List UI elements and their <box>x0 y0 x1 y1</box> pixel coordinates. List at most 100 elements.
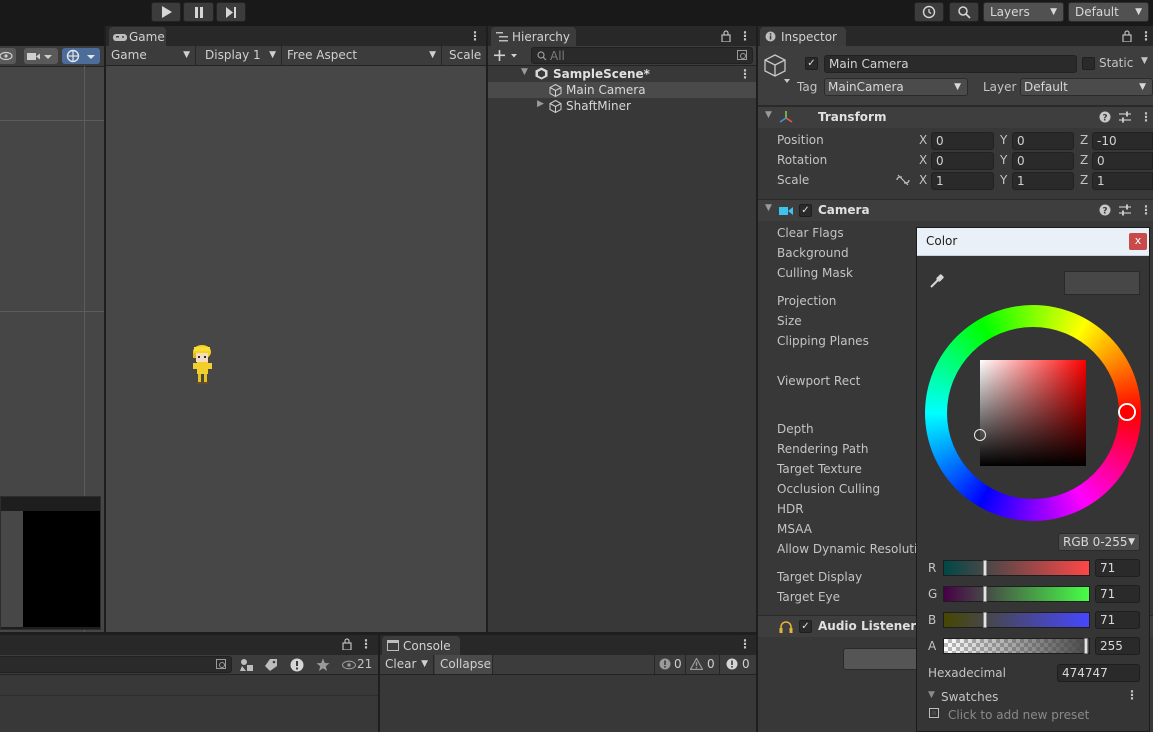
b-slider[interactable] <box>943 612 1090 628</box>
clear-dropdown[interactable]: Clear ▼ <box>380 655 434 674</box>
play-icon <box>161 6 172 18</box>
color-mode-dropdown[interactable]: RGB 0-255 ▼ <box>1058 533 1140 551</box>
projection-label: Projection <box>777 294 837 308</box>
hierarchy-item[interactable]: ▶ ShaftMiner <box>488 98 756 114</box>
search-filter-icon[interactable] <box>737 50 749 62</box>
static-checkbox[interactable] <box>1082 57 1095 70</box>
add-component-button[interactable] <box>843 648 923 670</box>
lock-icon[interactable] <box>721 30 731 42</box>
swatch-preset-icon[interactable] <box>929 708 939 718</box>
camera-enabled-checkbox[interactable]: ✓ <box>799 204 812 217</box>
position-z-field[interactable]: -10 <box>1092 132 1153 150</box>
hex-field[interactable]: 474747 <box>1057 664 1140 682</box>
aspect-dropdown[interactable]: Free Aspect ▼ <box>282 46 442 65</box>
constrain-proportions-icon[interactable] <box>896 174 910 186</box>
hierarchy-menu-icon[interactable]: ⋮ <box>739 29 751 43</box>
lock-icon[interactable] <box>342 638 352 650</box>
collapse-toggle[interactable]: Collapse <box>435 655 493 674</box>
project-search-input[interactable] <box>0 656 232 673</box>
eyedropper-icon[interactable] <box>929 273 945 289</box>
game-menu-icon[interactable]: ⋮ <box>469 29 481 43</box>
help-icon[interactable]: ? <box>1099 204 1111 216</box>
g-slider[interactable] <box>943 586 1090 602</box>
warning-filter-icon[interactable] <box>290 658 304 672</box>
close-button[interactable]: x <box>1129 233 1147 250</box>
scale-y-field[interactable]: 1 <box>1012 172 1074 190</box>
play-button[interactable] <box>151 2 181 22</box>
b-slider-thumb[interactable] <box>983 612 987 628</box>
layers-dropdown[interactable]: Layers ▼ <box>983 2 1064 22</box>
favorite-star-icon[interactable] <box>316 658 330 672</box>
rotation-z-field[interactable]: 0 <box>1092 152 1153 170</box>
scene-visibility-toggle[interactable] <box>0 48 16 64</box>
swatches-menu-icon[interactable]: ⋮ <box>1126 688 1138 702</box>
display-dropdown[interactable]: Display 1 ▼ <box>200 46 282 65</box>
rotation-x-field[interactable]: 0 <box>931 152 994 170</box>
project-menu-icon[interactable]: ⋮ <box>360 637 372 651</box>
scene-view[interactable] <box>0 46 104 632</box>
hierarchy-item[interactable]: Main Camera <box>488 82 756 98</box>
object-name-field[interactable]: Main Camera <box>824 55 1077 73</box>
foldout-arrow-icon[interactable]: ▼ <box>765 203 772 213</box>
position-x-field[interactable]: 0 <box>931 132 994 150</box>
a-slider[interactable] <box>943 638 1090 654</box>
inspector-menu-icon[interactable]: ⋮ <box>1140 29 1152 43</box>
pause-button[interactable] <box>183 2 214 22</box>
sv-handle[interactable] <box>974 429 986 441</box>
expand-arrow-icon[interactable]: ▼ <box>521 67 528 77</box>
g-value-field[interactable]: 71 <box>1095 585 1140 603</box>
game-viewport[interactable] <box>106 66 486 632</box>
layer-dropdown[interactable]: Default ▼ <box>1020 78 1153 96</box>
filter-by-label-icon[interactable] <box>264 658 278 672</box>
component-menu-icon[interactable]: ⋮ <box>1140 110 1152 124</box>
scene-row[interactable]: ▼ SampleScene* ⋮ <box>488 66 756 82</box>
scene-menu-icon[interactable]: ⋮ <box>739 67 751 81</box>
camera-header[interactable]: ▼ ✓ Camera ? ⋮ <box>758 199 1153 221</box>
game-mode-dropdown[interactable]: Game ▼ <box>106 46 196 65</box>
foldout-arrow-icon[interactable]: ▼ <box>765 110 772 120</box>
hue-handle[interactable] <box>1118 403 1136 421</box>
scale-z-field[interactable]: 1 <box>1092 172 1153 190</box>
r-slider[interactable] <box>943 560 1090 576</box>
preset-sliders-icon[interactable] <box>1119 204 1131 216</box>
audio-listener-checkbox[interactable]: ✓ <box>799 620 812 633</box>
layout-dropdown[interactable]: Default ▼ <box>1068 2 1149 22</box>
warning-filter-toggle[interactable]: 0 <box>686 655 720 674</box>
scene-gizmo-dropdown[interactable] <box>62 48 100 64</box>
g-slider-thumb[interactable] <box>983 586 987 602</box>
history-button[interactable] <box>914 2 944 22</box>
svg-text:?: ? <box>1102 207 1107 217</box>
create-button[interactable] <box>493 47 521 64</box>
log-filter-toggle[interactable]: 0 <box>654 655 686 674</box>
filter-by-type-icon[interactable] <box>240 658 254 672</box>
r-slider-thumb[interactable] <box>983 560 987 576</box>
error-filter-toggle[interactable]: 0 <box>720 655 756 674</box>
color-picker-titlebar[interactable]: Color x <box>917 228 1149 256</box>
scene-camera-dropdown[interactable] <box>24 48 58 64</box>
hierarchy-search-input[interactable]: All <box>531 47 753 64</box>
scale-x-field[interactable]: 1 <box>931 172 994 190</box>
component-menu-icon[interactable]: ⋮ <box>1140 203 1152 217</box>
search-filter-icon[interactable] <box>216 659 228 671</box>
scale-control[interactable]: Scale <box>444 46 486 65</box>
chevron-down-icon[interactable]: ▼ <box>1141 56 1148 66</box>
position-y-field[interactable]: 0 <box>1012 132 1074 150</box>
b-value-field[interactable]: 71 <box>1095 611 1140 629</box>
preset-sliders-icon[interactable] <box>1119 111 1131 123</box>
hidden-eye-icon[interactable] <box>342 660 356 670</box>
a-value-field[interactable]: 255 <box>1095 637 1140 655</box>
search-button[interactable] <box>949 2 979 22</box>
rotation-y-field[interactable]: 0 <box>1012 152 1074 170</box>
r-value-field[interactable]: 71 <box>1095 559 1140 577</box>
console-menu-icon[interactable]: ⋮ <box>739 637 751 651</box>
a-slider-thumb[interactable] <box>1084 638 1088 654</box>
foldout-arrow-icon[interactable]: ▼ <box>928 690 935 700</box>
transform-header[interactable]: ▼ Transform ? ⋮ <box>758 106 1153 128</box>
active-checkbox[interactable]: ✓ <box>805 57 818 70</box>
saturation-value-square[interactable] <box>974 360 1086 466</box>
expand-arrow-icon[interactable]: ▶ <box>537 99 544 109</box>
help-icon[interactable]: ? <box>1099 111 1111 123</box>
step-button[interactable] <box>216 2 246 22</box>
lock-icon[interactable] <box>1122 30 1132 42</box>
tag-dropdown[interactable]: MainCamera ▼ <box>824 78 968 96</box>
